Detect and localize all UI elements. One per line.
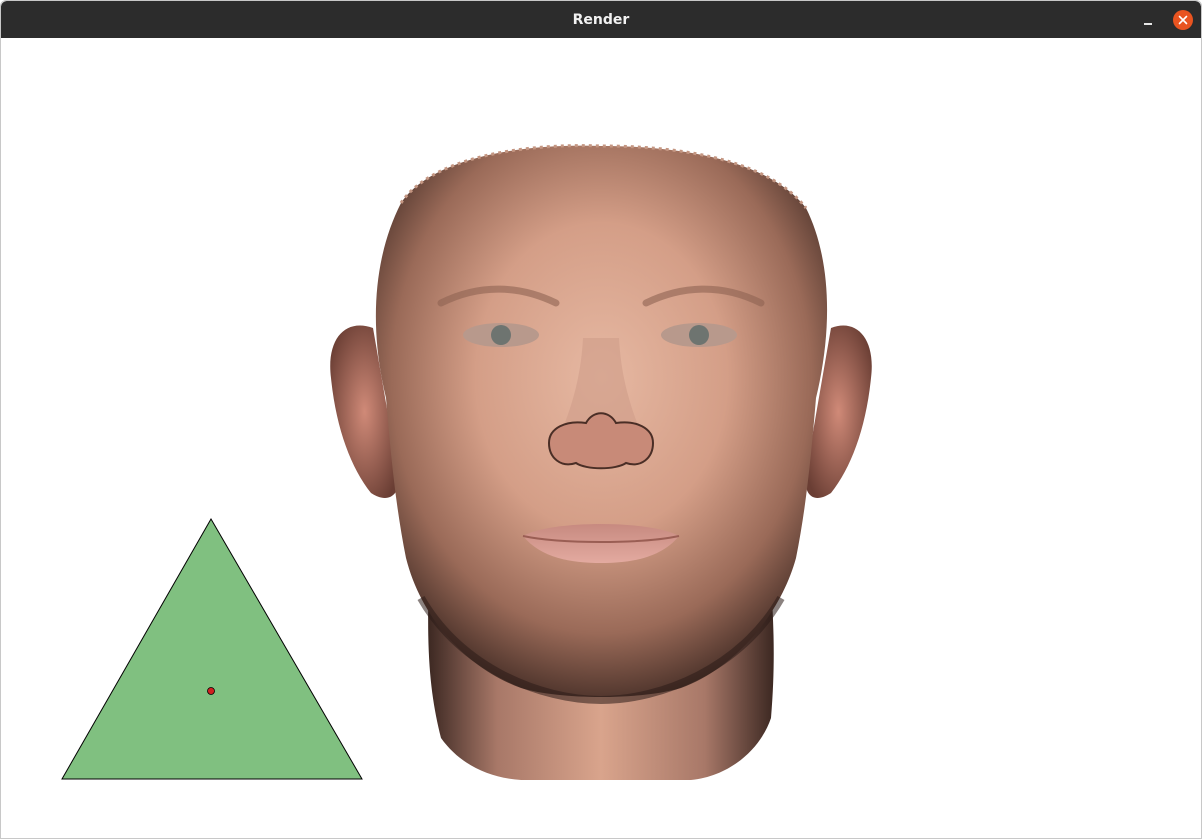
close-icon [1178, 15, 1188, 24]
iris-right [689, 325, 709, 345]
render-window: Render [0, 0, 1202, 839]
minimize-button[interactable] [1137, 9, 1159, 31]
window-controls [1137, 1, 1193, 38]
minimize-icon [1144, 23, 1152, 25]
render-canvas[interactable] [1, 38, 1201, 838]
triangle-shape [61, 517, 363, 780]
iris-left [491, 325, 511, 345]
triangle-marker[interactable] [207, 687, 215, 695]
scene [61, 144, 872, 780]
close-button[interactable] [1173, 9, 1193, 30]
orientation-triangle[interactable] [61, 517, 363, 780]
head-model[interactable] [330, 144, 872, 780]
title-bar[interactable]: Render [1, 1, 1201, 38]
window-title: Render [572, 11, 630, 28]
